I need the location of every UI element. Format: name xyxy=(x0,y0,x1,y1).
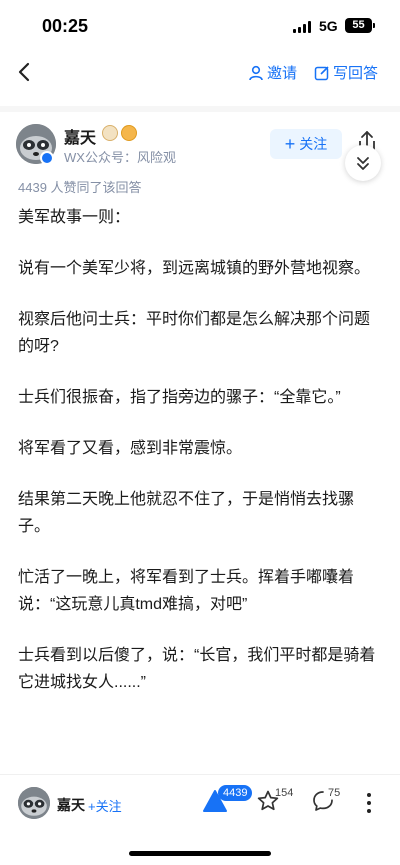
verified-icon xyxy=(40,151,54,165)
follow-label: 关注 xyxy=(299,136,328,152)
follow-link[interactable]: +关注 xyxy=(88,796,122,815)
bottom-action-bar: 嘉天 +关注 4439 154 75 xyxy=(0,774,400,832)
author-name[interactable]: 嘉天 xyxy=(57,795,85,815)
paragraph: 士兵看到以后傻了，说：“长官，我们平时都是骑着它进城找女人......” xyxy=(18,647,376,691)
status-time: 00:25 xyxy=(42,16,89,36)
medal-badge-icon xyxy=(102,125,118,141)
plus-icon: + xyxy=(284,134,296,154)
avatar[interactable] xyxy=(18,787,50,819)
upvote-count: 4439 xyxy=(218,785,253,801)
edit-icon xyxy=(314,65,329,80)
answer-content: 美军故事一则： 说有一个美军少将，到远离城镇的野外营地视察。 视察后他问士兵：平… xyxy=(18,204,384,720)
network-type: 5G xyxy=(319,18,338,34)
home-indicator xyxy=(129,851,271,856)
person-icon xyxy=(249,65,263,80)
paragraph: 将军看了又看，感到非常震惊。 xyxy=(18,440,243,457)
more-options-icon[interactable] xyxy=(366,793,372,815)
paragraph: 视察后他问士兵：平时你们都是怎么解决那个问题的呀? xyxy=(18,311,371,355)
cellular-signal-icon xyxy=(293,21,313,33)
divider xyxy=(0,106,400,112)
invite-label: 邀请 xyxy=(267,65,298,82)
author-name[interactable]: 嘉天 xyxy=(64,124,96,148)
follow-button[interactable]: + 关注 xyxy=(270,129,342,159)
battery-icon: 55 xyxy=(345,18,375,33)
paragraph: 结果第二天晚上他就忍不住了，于是悄悄去找骡子。 xyxy=(18,491,355,535)
write-answer-label: 写回答 xyxy=(333,65,379,82)
collapse-button[interactable] xyxy=(345,145,381,181)
author-description: WX公众号：风险观 xyxy=(64,150,176,165)
comment-count: 75 xyxy=(328,787,341,799)
author-card: 嘉天 WX公众号：风险观 + 关注 xyxy=(0,124,400,176)
status-bar: 00:25 5G 55 xyxy=(0,0,400,52)
paragraph: 美军故事一则： xyxy=(18,209,131,226)
upvote-summary: 4439 人赞同了该回答 xyxy=(18,180,142,195)
raccoon-avatar-icon xyxy=(18,787,50,819)
creator-badge-icon xyxy=(121,125,137,141)
paragraph: 士兵们很振奋，指了指旁边的骡子：“全靠它。” xyxy=(18,389,341,406)
favorite-count: 154 xyxy=(275,787,294,799)
back-arrow-icon[interactable] xyxy=(14,60,36,84)
write-answer-button[interactable]: 写回答 xyxy=(314,62,378,83)
invite-button[interactable]: 邀请 xyxy=(248,62,297,83)
paragraph: 忙活了一晚上，将军看到了士兵。挥着手嘟囔着说：“这玩意儿真tmd难搞，对吧” xyxy=(18,569,355,613)
paragraph: 说有一个美军少将，到远离城镇的野外营地视察。 xyxy=(18,260,371,277)
double-chevron-down-icon xyxy=(357,157,369,170)
nav-bar: 邀请 写回答 xyxy=(0,52,400,92)
